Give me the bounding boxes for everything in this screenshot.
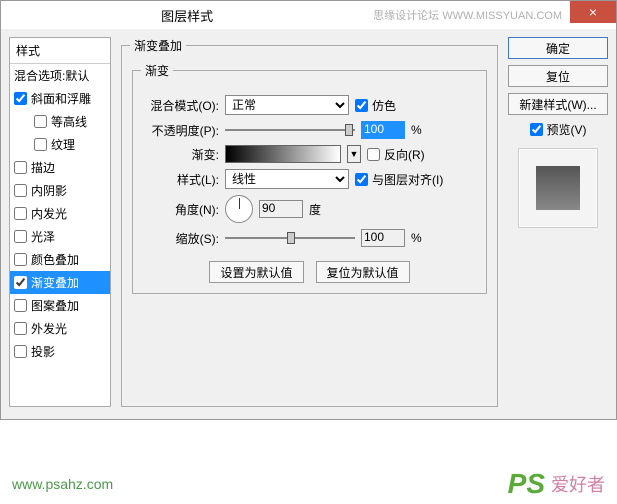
style-item-label: 内发光 <box>31 205 67 222</box>
dither-input[interactable] <box>355 99 368 112</box>
reset-default-button[interactable]: 复位为默认值 <box>316 261 410 283</box>
style-item-8[interactable]: 渐变叠加 <box>10 271 110 294</box>
style-item-checkbox[interactable] <box>34 115 47 128</box>
style-item-label: 描边 <box>31 159 55 176</box>
styles-list-column: 样式 混合选项:默认 斜面和浮雕等高线纹理描边内阴影内发光光泽颜色叠加渐变叠加图… <box>9 37 111 411</box>
style-item-label: 颜色叠加 <box>31 251 79 268</box>
style-item-7[interactable]: 颜色叠加 <box>10 248 110 271</box>
style-item-6[interactable]: 光泽 <box>10 225 110 248</box>
style-item-checkbox[interactable] <box>14 184 27 197</box>
action-column: 确定 复位 新建样式(W)... 预览(V) <box>508 37 608 411</box>
styles-list: 样式 混合选项:默认 斜面和浮雕等高线纹理描边内阴影内发光光泽颜色叠加渐变叠加图… <box>9 37 111 407</box>
footer-cn: 爱好者 <box>551 471 605 497</box>
style-item-11[interactable]: 投影 <box>10 340 110 363</box>
style-item-1[interactable]: 等高线 <box>10 110 110 133</box>
style-item-checkbox[interactable] <box>14 207 27 220</box>
blend-options-label: 混合选项:默认 <box>14 67 89 84</box>
dither-checkbox[interactable]: 仿色 <box>355 97 396 114</box>
style-item-3[interactable]: 描边 <box>10 156 110 179</box>
style-item-checkbox[interactable] <box>14 345 27 358</box>
scale-field[interactable]: 100 <box>361 229 405 247</box>
style-item-checkbox[interactable] <box>14 92 27 105</box>
opacity-label: 不透明度(P): <box>141 122 219 139</box>
style-item-label: 渐变叠加 <box>31 274 79 291</box>
scale-label: 缩放(S): <box>141 230 219 247</box>
gradient-label: 渐变: <box>141 146 219 163</box>
align-layer-checkbox[interactable]: 与图层对齐(I) <box>355 171 443 188</box>
blend-options-default[interactable]: 混合选项:默认 <box>10 64 110 87</box>
style-item-9[interactable]: 图案叠加 <box>10 294 110 317</box>
styles-header[interactable]: 样式 <box>10 38 110 64</box>
style-item-checkbox[interactable] <box>14 276 27 289</box>
footer-url: www.psahz.com <box>12 476 113 492</box>
reverse-input[interactable] <box>367 148 380 161</box>
style-item-label: 等高线 <box>51 113 87 130</box>
gradient-dropdown-icon[interactable]: ▼ <box>347 145 361 163</box>
angle-dial[interactable] <box>225 195 253 223</box>
angle-label: 角度(N): <box>141 201 219 218</box>
style-item-10[interactable]: 外发光 <box>10 317 110 340</box>
blend-mode-select[interactable]: 正常 <box>225 95 349 115</box>
settings-column: 渐变叠加 渐变 混合模式(O): 正常 仿色 不透明度(P): 100 % <box>119 37 500 411</box>
style-item-label: 投影 <box>31 343 55 360</box>
reverse-checkbox[interactable]: 反向(R) <box>367 146 425 163</box>
footer: www.psahz.com PS 爱好者 <box>0 468 617 500</box>
preview-checkbox[interactable]: 预览(V) <box>508 121 608 138</box>
gradient-overlay-group: 渐变叠加 渐变 混合模式(O): 正常 仿色 不透明度(P): 100 % <box>121 37 498 407</box>
ok-button[interactable]: 确定 <box>508 37 608 59</box>
watermark-text: 思缘设计论坛 WWW.MISSYUAN.COM <box>373 7 562 23</box>
angle-field[interactable]: 90 <box>259 200 303 218</box>
footer-ps: PS <box>508 468 545 500</box>
style-item-0[interactable]: 斜面和浮雕 <box>10 87 110 110</box>
style-item-4[interactable]: 内阴影 <box>10 179 110 202</box>
gradient-overlay-legend: 渐变叠加 <box>130 37 186 54</box>
style-item-checkbox[interactable] <box>14 299 27 312</box>
opacity-slider[interactable] <box>225 122 355 138</box>
set-default-button[interactable]: 设置为默认值 <box>209 261 303 283</box>
style-item-label: 图案叠加 <box>31 297 79 314</box>
style-item-2[interactable]: 纹理 <box>10 133 110 156</box>
style-label: 样式(L): <box>141 171 219 188</box>
scale-unit: % <box>411 231 422 245</box>
style-item-checkbox[interactable] <box>14 161 27 174</box>
align-layer-input[interactable] <box>355 173 368 186</box>
titlebar: 图层样式 思缘设计论坛 WWW.MISSYUAN.COM × <box>1 1 616 29</box>
style-item-checkbox[interactable] <box>14 322 27 335</box>
gradient-legend: 渐变 <box>141 62 173 79</box>
style-item-checkbox[interactable] <box>34 138 47 151</box>
opacity-unit: % <box>411 123 422 137</box>
style-item-checkbox[interactable] <box>14 230 27 243</box>
style-select[interactable]: 线性 <box>225 169 349 189</box>
blend-mode-label: 混合模式(O): <box>141 97 219 114</box>
preview-input[interactable] <box>530 123 543 136</box>
style-item-label: 外发光 <box>31 320 67 337</box>
style-item-5[interactable]: 内发光 <box>10 202 110 225</box>
style-item-label: 光泽 <box>31 228 55 245</box>
angle-unit: 度 <box>309 201 321 218</box>
preview-box <box>518 148 598 228</box>
gradient-swatch[interactable] <box>225 145 341 163</box>
gradient-group: 渐变 混合模式(O): 正常 仿色 不透明度(P): 100 % 渐变: <box>132 62 487 294</box>
scale-slider[interactable] <box>225 230 355 246</box>
style-item-label: 纹理 <box>51 136 75 153</box>
style-item-checkbox[interactable] <box>14 253 27 266</box>
new-style-button[interactable]: 新建样式(W)... <box>508 93 608 115</box>
footer-logo: PS 爱好者 <box>508 468 605 500</box>
close-button[interactable]: × <box>570 1 616 23</box>
preview-swatch <box>536 166 580 210</box>
reset-button[interactable]: 复位 <box>508 65 608 87</box>
opacity-field[interactable]: 100 <box>361 121 405 139</box>
dialog-title: 图层样式 <box>1 6 373 25</box>
layer-style-dialog: 图层样式 思缘设计论坛 WWW.MISSYUAN.COM × 样式 混合选项:默… <box>0 0 617 420</box>
style-item-label: 斜面和浮雕 <box>31 90 91 107</box>
style-item-label: 内阴影 <box>31 182 67 199</box>
